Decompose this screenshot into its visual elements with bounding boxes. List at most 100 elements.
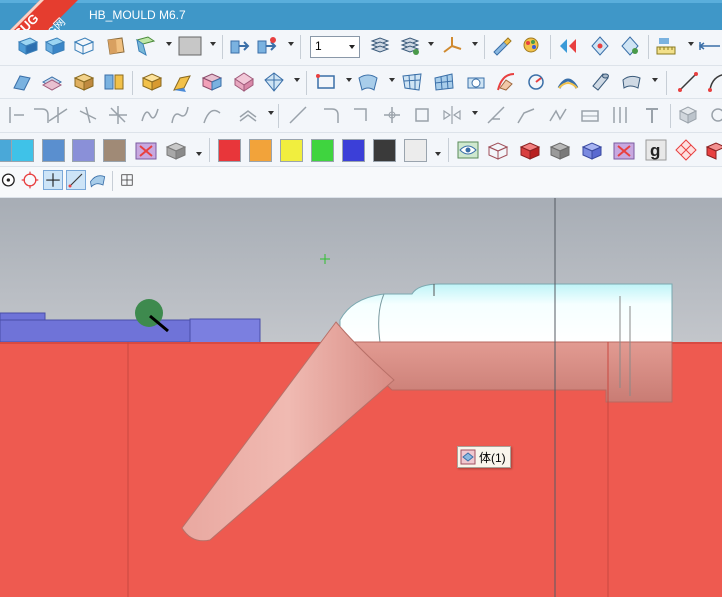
dimension-icon[interactable] (698, 34, 722, 58)
sphere-mesh-icon[interactable] (262, 70, 286, 94)
solid-box-gray-icon[interactable] (676, 103, 700, 127)
section-curve-icon[interactable] (578, 103, 602, 127)
split-body-icon[interactable] (102, 70, 126, 94)
shell-body-icon[interactable] (72, 70, 96, 94)
ruled-surface-icon[interactable] (356, 70, 380, 94)
curve-snap-icon[interactable] (66, 170, 86, 190)
bspline-icon[interactable] (200, 103, 224, 127)
grid-surface-icon[interactable] (432, 70, 456, 94)
cavity-box-icon[interactable] (200, 70, 224, 94)
grid-snap-icon[interactable] (118, 171, 136, 189)
corner-trim-icon[interactable] (348, 103, 372, 127)
hide-solid-icon[interactable] (612, 138, 636, 162)
dropdown-arrow-icon[interactable] (472, 42, 478, 46)
dropdown-arrow-icon[interactable] (428, 42, 434, 46)
display-color-icon[interactable] (520, 34, 544, 58)
color-swatch-steel-blue[interactable] (42, 139, 65, 162)
color-swatch-blue[interactable] (342, 139, 365, 162)
arc-icon[interactable] (706, 70, 722, 94)
snap-point-icon[interactable] (556, 34, 580, 58)
offset-curve-icon[interactable] (236, 103, 260, 127)
layer-stack-icon[interactable] (368, 34, 392, 58)
color-swatch-cyan[interactable] (11, 139, 34, 162)
gray-box-icon[interactable] (178, 34, 204, 58)
cylinder-icon[interactable] (588, 70, 612, 94)
swept-icon[interactable] (494, 70, 518, 94)
line-icon[interactable] (676, 70, 700, 94)
red-solid-icon[interactable] (518, 138, 542, 162)
scale-icon[interactable] (410, 103, 434, 127)
intersect-curve-icon[interactable] (106, 103, 130, 127)
g-letter-icon[interactable]: g (644, 138, 668, 162)
wcs-axes-icon[interactable] (440, 34, 464, 58)
hide-object-icon[interactable] (134, 138, 158, 162)
dropdown-arrow-icon[interactable] (435, 152, 441, 156)
round-corner-icon[interactable] (318, 103, 342, 127)
dropdown-arrow-icon[interactable] (166, 42, 172, 46)
through-curves-icon[interactable] (464, 70, 488, 94)
gray-solid-icon[interactable] (164, 138, 188, 162)
dropdown-arrow-icon[interactable] (652, 78, 658, 82)
spline-icon[interactable] (168, 103, 192, 127)
gray-box-solid-icon[interactable] (548, 138, 572, 162)
color-swatch-green[interactable] (311, 139, 334, 162)
surface-patch-icon[interactable] (104, 34, 128, 58)
sheet-patch-icon[interactable] (620, 70, 644, 94)
sketch-rectangle-icon[interactable] (314, 70, 338, 94)
move-arrow-icon[interactable] (228, 34, 252, 58)
text-curve-icon[interactable] (640, 103, 664, 127)
dropdown-arrow-icon[interactable] (268, 111, 274, 115)
dropdown-arrow-icon[interactable] (294, 78, 300, 82)
trim-icon[interactable] (4, 103, 28, 127)
measure-ruler-icon[interactable] (654, 34, 678, 58)
bridge-surface-icon[interactable] (556, 70, 580, 94)
quadrant-snap-icon[interactable] (20, 170, 40, 190)
blue-solid-icon[interactable] (580, 138, 604, 162)
fold-face-icon[interactable] (170, 70, 194, 94)
point-move-icon[interactable] (380, 103, 404, 127)
dropdown-arrow-icon[interactable] (210, 42, 216, 46)
transform-icon[interactable] (255, 34, 279, 58)
dropdown-arrow-icon[interactable] (288, 42, 294, 46)
edit-brush-icon[interactable] (490, 34, 514, 58)
layer-select[interactable]: 1 (310, 36, 360, 58)
color-swatch-taupe[interactable] (103, 139, 126, 162)
pink-solid-icon[interactable] (232, 70, 256, 94)
intersection-snap-icon[interactable] (43, 170, 63, 190)
hole-icon[interactable] (706, 103, 722, 127)
color-swatch-yellow[interactable] (280, 139, 303, 162)
dropdown-arrow-icon[interactable] (346, 78, 352, 82)
color-swatch-orange[interactable] (249, 139, 272, 162)
extend-curve-icon[interactable] (76, 103, 100, 127)
snap-end-icon[interactable] (618, 34, 642, 58)
wireframe-box-icon[interactable] (72, 34, 96, 58)
analysis-icon[interactable] (524, 70, 548, 94)
extrude-face-icon[interactable] (134, 34, 158, 58)
color-swatch-periwinkle[interactable] (72, 139, 95, 162)
mirror-icon[interactable] (440, 103, 464, 127)
dropdown-arrow-icon[interactable] (688, 42, 694, 46)
helix-icon[interactable] (138, 103, 162, 127)
color-swatch-light-gray[interactable] (404, 139, 427, 162)
bend-curve-icon[interactable] (514, 103, 538, 127)
center-snap-icon[interactable] (0, 170, 20, 190)
chamfer-icon[interactable] (286, 103, 310, 127)
snap-mid-icon[interactable] (588, 34, 612, 58)
dropdown-arrow-icon[interactable] (472, 111, 478, 115)
box-body-icon[interactable] (140, 70, 164, 94)
join-curve-icon[interactable] (546, 103, 570, 127)
isoparametric-icon[interactable] (608, 103, 632, 127)
surface-snap-icon[interactable] (88, 170, 108, 190)
divide-curve-icon[interactable] (46, 103, 70, 127)
dropdown-arrow-icon[interactable] (389, 78, 395, 82)
graphics-viewport[interactable] (0, 198, 722, 597)
red-box-icon[interactable] (704, 138, 722, 162)
project-curve-icon[interactable] (484, 103, 508, 127)
layer-settings-icon[interactable] (398, 34, 422, 58)
wire-solid-icon[interactable] (486, 138, 510, 162)
dropdown-arrow-icon[interactable] (196, 152, 202, 156)
view-eye-icon[interactable] (456, 138, 480, 162)
sheet-body-icon[interactable] (16, 34, 40, 58)
block-icon[interactable] (43, 34, 67, 58)
color-swatch-dark-gray[interactable] (373, 139, 396, 162)
